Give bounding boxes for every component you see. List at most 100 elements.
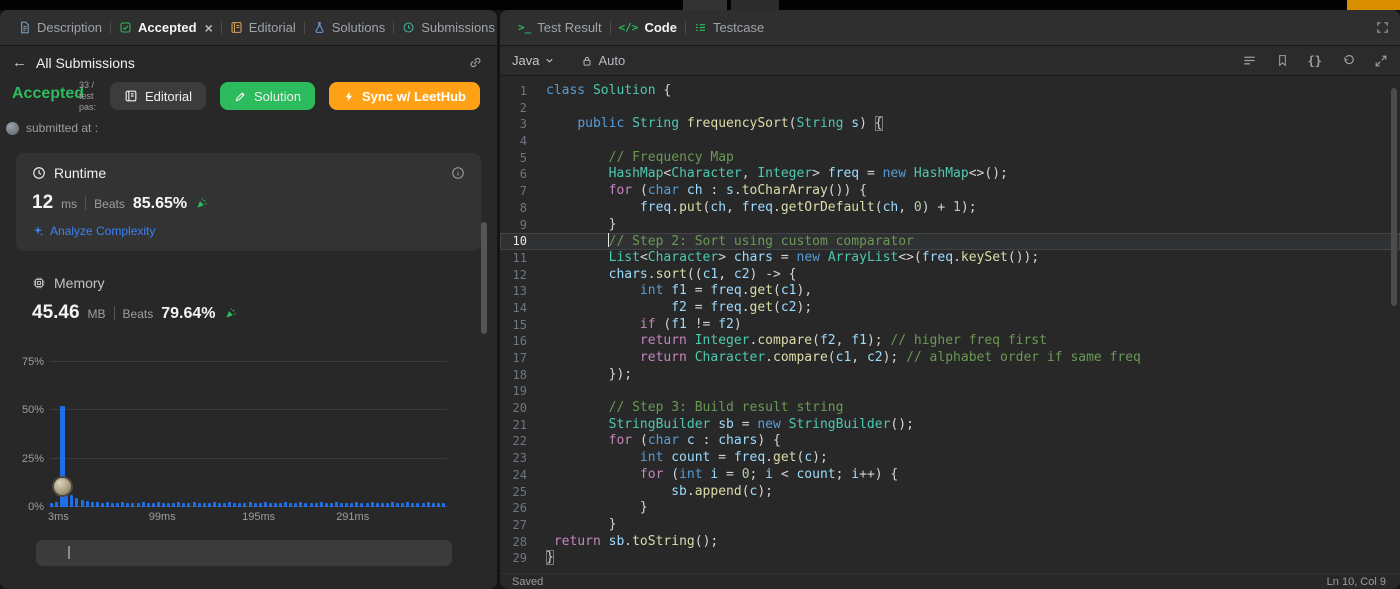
code-line[interactable]: 22 for (char c : chars) { [500,433,1400,450]
sync-leethub-button[interactable]: Sync w/ LeetHub [328,82,480,110]
chart-scrollbar[interactable] [36,540,452,566]
histogram-bar[interactable] [355,502,359,507]
back-icon[interactable]: ← [12,54,27,71]
histogram-bar[interactable] [111,503,115,507]
histogram-bar[interactable] [146,503,150,507]
histogram-bar[interactable] [268,503,272,507]
tab-testcase[interactable]: Testcase [686,10,772,46]
histogram-bar[interactable] [228,502,232,507]
histogram-bar[interactable] [85,501,89,507]
histogram-bar[interactable] [253,503,257,507]
histogram-bar[interactable] [100,503,104,507]
close-icon[interactable]: × [205,21,213,35]
histogram-bar[interactable] [116,503,120,507]
code-line[interactable]: 13 int f1 = freq.get(c1), [500,283,1400,300]
tab-description[interactable]: Description [10,10,110,46]
histogram-bar[interactable] [350,503,354,507]
fullscreen-icon[interactable] [1375,20,1390,35]
histogram-bar[interactable] [314,503,318,507]
histogram-bar[interactable] [441,503,445,507]
histogram-bar[interactable] [233,503,237,507]
histogram-bar[interactable] [273,503,277,507]
code-line[interactable]: 18 }); [500,367,1400,384]
histogram-bar[interactable] [182,503,186,507]
code-line[interactable]: 24 for (int i = 0; i < count; i++) { [500,467,1400,484]
editor-scrollbar[interactable] [1391,88,1397,306]
histogram-bar[interactable] [238,503,242,507]
code-line[interactable]: 1 class Solution { [500,83,1400,100]
histogram-bar[interactable] [436,503,440,507]
histogram-bar[interactable] [70,495,74,507]
code-line[interactable]: 15 if (f1 != f2) [500,317,1400,334]
histogram-bar[interactable] [406,502,410,507]
histogram-bar[interactable] [80,500,84,507]
tab-test-result[interactable]: >_ Test Result [510,10,610,46]
all-submissions-link[interactable]: All Submissions [36,55,135,71]
histogram-bar[interactable] [121,502,125,507]
histogram-bar[interactable] [212,502,216,507]
code-line[interactable]: 17 return Character.compare(c1, c2); // … [500,350,1400,367]
histogram-bar[interactable] [284,502,288,507]
histogram-bar[interactable] [401,503,405,507]
code-line[interactable]: 27 } [500,517,1400,534]
histogram-bar[interactable] [105,502,109,507]
code-line[interactable]: 19 [500,383,1400,400]
tab-accepted[interactable]: Accepted × [111,10,221,46]
histogram-bar[interactable] [294,503,298,507]
left-panel-scrollbar[interactable] [481,222,487,334]
code-line[interactable]: 10 // Step 2: Sort using custom comparat… [500,233,1400,250]
histogram-bar[interactable] [55,502,59,507]
histogram-bar[interactable] [279,503,283,507]
code-line[interactable]: 3 public String frequencySort(String s) … [500,116,1400,133]
solution-button[interactable]: Solution [219,82,315,110]
histogram-bar[interactable] [370,502,374,507]
info-icon[interactable] [451,166,465,180]
code-line[interactable]: 16 return Integer.compare(f2, f1); // hi… [500,333,1400,350]
code-line[interactable]: 4 [500,133,1400,150]
code-line[interactable]: 21 StringBuilder sb = new StringBuilder(… [500,417,1400,434]
code-line[interactable]: 23 int count = freq.get(c); [500,450,1400,467]
expand-icon[interactable] [1374,54,1388,68]
histogram-bar[interactable] [385,503,389,507]
code-line[interactable]: 8 freq.put(ch, freq.getOrDefault(ch, 0) … [500,200,1400,217]
editorial-button[interactable]: Editorial [110,82,206,110]
tab-submissions[interactable]: Submissions [394,10,497,46]
histogram-bar[interactable] [289,503,293,507]
histogram-bar[interactable] [223,503,227,507]
histogram-bar[interactable] [50,503,53,507]
code-line[interactable]: 6 HashMap<Character, Integer> freq = new… [500,166,1400,183]
tab-editorial[interactable]: Editorial [222,10,304,46]
histogram-bar[interactable] [329,503,333,507]
histogram-bar[interactable] [243,503,247,507]
histogram-bar[interactable] [375,503,379,507]
language-select[interactable]: Java [512,53,555,68]
histogram-bar[interactable] [391,502,394,507]
histogram-bar[interactable] [207,503,211,507]
code-line[interactable]: 11 List<Character> chars = new ArrayList… [500,250,1400,267]
histogram-bar[interactable] [396,503,400,507]
braces-icon[interactable]: {} [1308,54,1322,68]
histogram-bar[interactable] [126,503,130,507]
histogram-bar[interactable] [340,503,344,507]
histogram-bar[interactable] [411,503,415,507]
analyze-complexity-link[interactable]: Analyze Complexity [32,224,465,238]
code-line[interactable]: 7 for (char ch : s.toCharArray()) { [500,183,1400,200]
histogram-bar[interactable] [258,503,262,507]
format-lines-icon[interactable] [1242,53,1257,68]
histogram-bar[interactable] [217,503,221,507]
histogram-bar[interactable] [248,502,252,507]
histogram-bar[interactable] [95,502,99,507]
code-line[interactable]: 26 } [500,500,1400,517]
histogram-bar[interactable] [309,503,313,507]
histogram-bar[interactable] [426,502,430,507]
auto-mode-toggle[interactable]: Auto [581,53,625,68]
histogram-bar[interactable] [335,502,339,507]
histogram-bar[interactable] [380,503,384,507]
histogram-bar[interactable] [75,498,79,507]
code-line[interactable]: 25 sb.append(c); [500,484,1400,501]
histogram-bar[interactable] [365,503,369,507]
histogram-bar[interactable] [197,503,201,507]
histogram-bar[interactable] [202,503,206,507]
code-editor[interactable]: 1 class Solution {2 3 public String freque… [500,76,1400,573]
histogram-bar[interactable] [177,502,181,507]
